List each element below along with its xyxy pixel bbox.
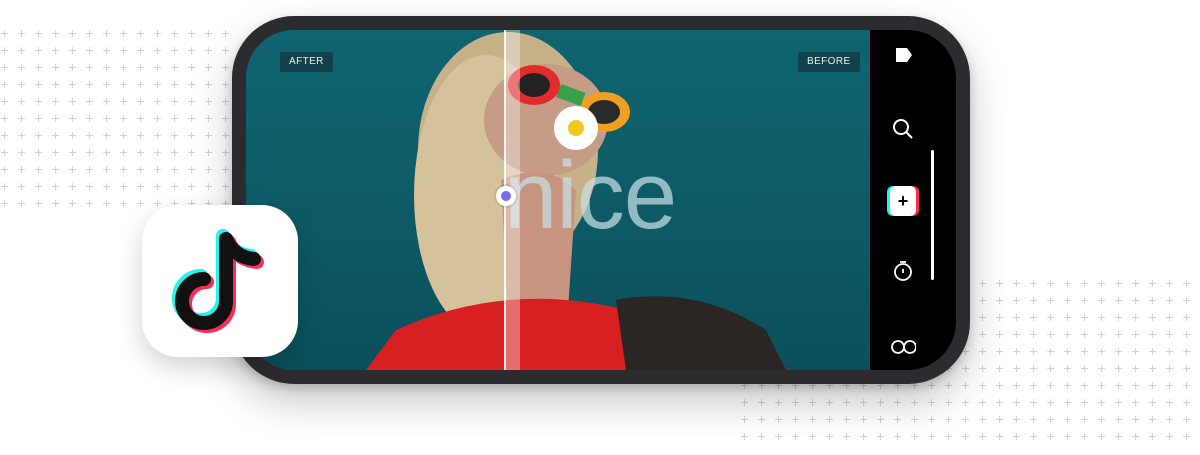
add-icon: +	[897, 191, 909, 211]
before-label: BEFORE	[798, 52, 860, 72]
compare-slider-handle[interactable]	[496, 186, 516, 206]
add-button[interactable]: +	[890, 186, 916, 216]
tiktok-logo-icon	[172, 229, 264, 333]
infinity-icon[interactable]	[890, 334, 916, 360]
phone-frame: AFTER BEFORE nice +	[232, 16, 970, 384]
tiktok-logo-tile	[142, 205, 298, 357]
search-icon[interactable]	[890, 116, 916, 142]
overlay-text: nice	[504, 142, 677, 249]
tag-icon[interactable]	[890, 42, 916, 68]
timer-icon[interactable]	[890, 258, 916, 284]
scrollbar[interactable]	[931, 150, 934, 280]
photo-preview: AFTER BEFORE nice	[246, 30, 870, 370]
phone-screen: AFTER BEFORE nice +	[246, 30, 956, 370]
background-plus-pattern: + + + + + + + + + + + + + + + + + + + + + + + + + + + + + + + + + + + + + + + +…	[0, 27, 231, 210]
after-label: AFTER	[280, 52, 333, 72]
side-toolbar: +	[870, 30, 956, 370]
